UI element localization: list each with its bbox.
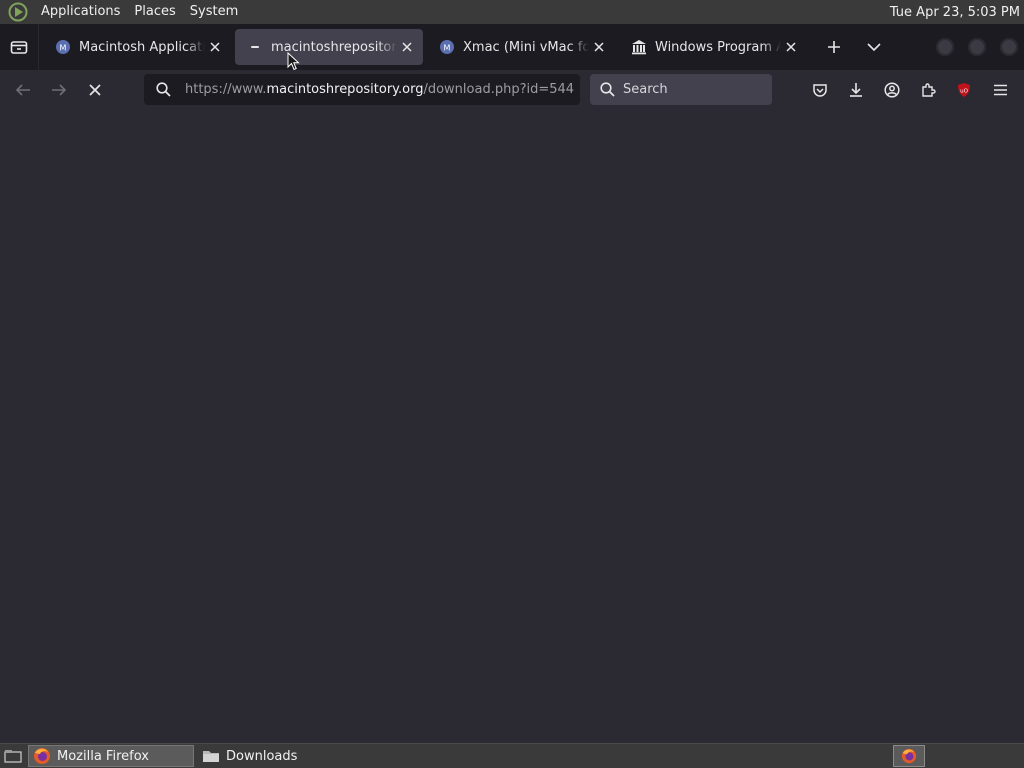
chevron-down-icon [867,43,881,52]
places-menu[interactable]: Places [127,0,182,24]
archive-building-icon [631,39,647,55]
bottom-panel: Mozilla Firefox Downloads [0,743,1024,768]
back-button[interactable] [6,74,40,106]
tab-title: Macintosh Applications [79,39,205,55]
search-box[interactable]: Search [590,74,772,105]
maximize-button[interactable] [968,38,986,56]
top-panel: Applications Places System Tue Apr 23, 5… [0,0,1024,24]
folder-icon [202,747,220,765]
url-scheme: https://www. [185,82,267,97]
svg-text:M: M [444,44,451,53]
svg-text:M: M [60,44,67,53]
tab-macintosh-applications[interactable]: M Macintosh Applications [43,29,231,65]
tab-close-icon[interactable] [205,37,225,57]
search-icon [156,82,171,97]
account-icon [884,82,900,98]
tab-title: Windows Program Archive [655,39,781,55]
ublock-shield-icon: uO [958,83,970,97]
tab-windows-program-archive[interactable]: Windows Program Archive [619,29,807,65]
toolbar-actions: uO [802,70,1018,110]
page-content-area[interactable] [0,110,1024,743]
firefox-view-icon [10,41,28,54]
account-button[interactable] [874,74,910,106]
arrow-right-icon [52,84,67,96]
tab-macintoshrepository-download[interactable]: macintoshrepository.org/download.php?id=… [235,29,423,65]
puzzle-icon [922,83,936,97]
url-path: /download.php?id=544 [423,82,575,97]
url-host: macintoshrepository.org [266,82,424,97]
url-text: https://www.macintoshrepository.org/down… [185,82,574,97]
navigation-toolbar: https://www.macintoshrepository.org/down… [0,70,1024,110]
plus-icon [828,41,840,53]
applications-logo-icon[interactable] [8,2,28,22]
clock[interactable]: Tue Apr 23, 5:03 PM [890,5,1020,20]
mouse-cursor-icon [287,52,300,71]
loading-dot-icon [247,39,263,55]
ublock-origin-button[interactable]: uO [946,74,982,106]
forward-button[interactable] [42,74,76,106]
tab-strip: M Macintosh Applications macintoshreposi… [0,24,1024,70]
pocket-icon [813,83,827,97]
firefox-icon [901,748,917,764]
new-tab-button[interactable] [817,30,851,64]
extensions-button[interactable] [910,74,946,106]
search-icon [600,82,615,97]
url-bar[interactable]: https://www.macintoshrepository.org/down… [144,74,580,105]
tab-title: Xmac (Mini vMac for X11) [463,39,589,55]
minimize-button[interactable] [936,38,954,56]
list-all-tabs-button[interactable] [857,30,891,64]
macintosh-repository-favicon: M [55,39,71,55]
firefox-icon [33,747,51,765]
tab-close-icon[interactable] [397,37,417,57]
system-menu[interactable]: System [183,0,245,24]
app-menu-button[interactable] [982,74,1018,106]
show-desktop-icon [4,750,22,763]
tab-close-icon[interactable] [589,37,609,57]
tab-xmac[interactable]: M Xmac (Mini vMac for X11) [427,29,615,65]
search-placeholder: Search [623,82,668,97]
arrow-left-icon [15,84,30,96]
download-icon [850,83,862,97]
workspace-switcher-firefox[interactable] [893,745,925,767]
firefox-view-button[interactable] [0,24,39,70]
hamburger-menu-icon [993,84,1007,96]
downloads-button[interactable] [838,74,874,106]
task-label: Downloads [226,748,298,764]
taskbar-downloads[interactable]: Downloads [198,745,307,767]
pocket-button[interactable] [802,74,838,106]
tab-close-icon[interactable] [781,37,801,57]
stop-x-icon [89,84,101,96]
svg-text:uO: uO [960,89,968,95]
applications-menu[interactable]: Applications [34,0,127,24]
close-window-button[interactable] [1000,38,1018,56]
stop-button[interactable] [78,74,112,106]
task-label: Mozilla Firefox [57,748,149,764]
macintosh-repository-favicon: M [439,39,455,55]
show-desktop-button[interactable] [2,746,24,766]
taskbar-firefox[interactable]: Mozilla Firefox [28,745,194,767]
